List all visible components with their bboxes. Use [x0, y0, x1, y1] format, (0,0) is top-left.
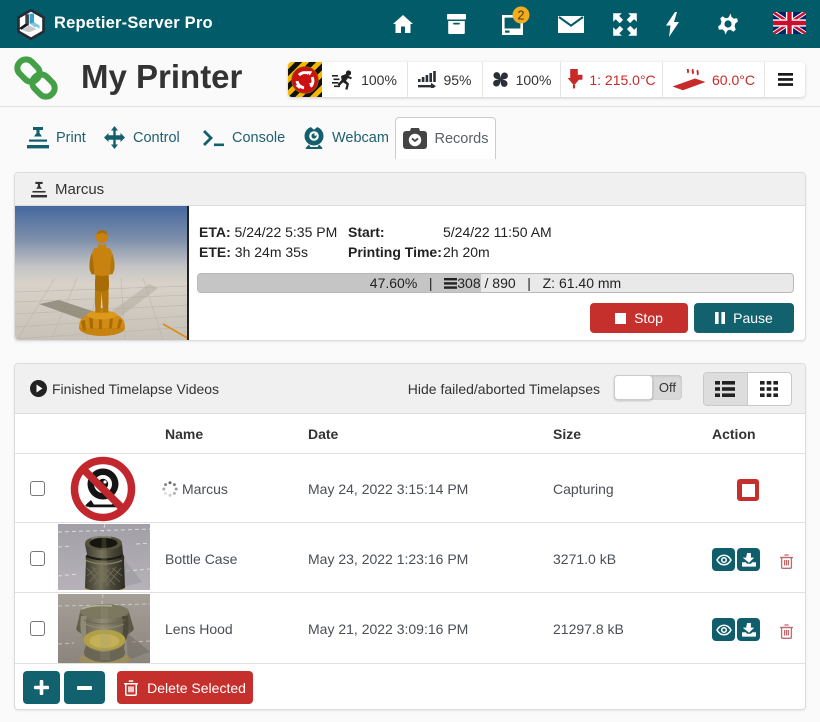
svg-text:2: 2: [518, 9, 525, 23]
